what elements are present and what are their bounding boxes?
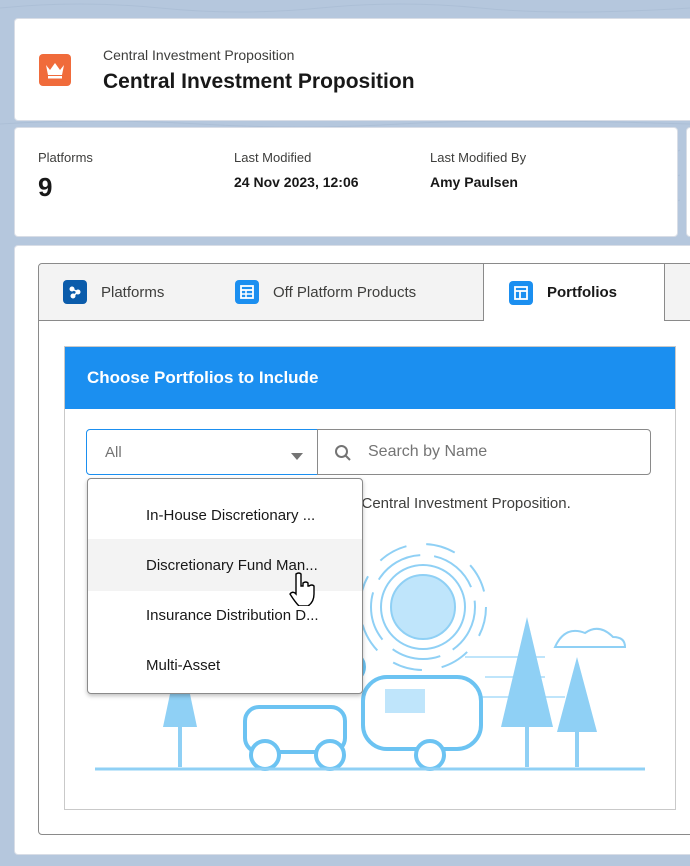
last-modified-label: Last Modified xyxy=(234,150,312,165)
portfolio-filter-select[interactable]: All xyxy=(86,429,318,475)
tab-bar: Platforms Off Platform Products Portfoli… xyxy=(39,264,690,321)
platforms-icon xyxy=(63,280,87,304)
tab-off-platform-products-label: Off Platform Products xyxy=(273,283,417,301)
search-input[interactable]: Search by Name xyxy=(317,429,651,475)
tab-platforms-label: Platforms xyxy=(101,283,165,301)
last-modified-by-value[interactable]: Amy Paulsen xyxy=(430,174,518,190)
dropdown-option[interactable]: Insurance Distribution D... xyxy=(88,589,362,641)
crown-icon xyxy=(39,54,71,86)
last-modified-value: 24 Nov 2023, 12:06 xyxy=(234,174,359,190)
record-header: Central Investment Proposition Central I… xyxy=(14,18,690,121)
portfolio-icon xyxy=(509,280,533,305)
secondary-panel-edge xyxy=(686,127,690,237)
platforms-count-value: 9 xyxy=(38,172,53,202)
filter-selected-value: All xyxy=(105,443,122,461)
dropdown-option[interactable]: Multi-Asset xyxy=(88,639,362,691)
portfolio-filter-dropdown: In-House Discretionary ... Discretionary… xyxy=(87,478,363,694)
record-type-label: Central Investment Proposition xyxy=(103,47,295,63)
dropdown-option[interactable]: Discretionary Fund Man... xyxy=(88,539,362,591)
dropdown-option[interactable]: In-House Discretionary ... xyxy=(88,489,362,541)
platforms-count-label: Platforms xyxy=(38,150,93,165)
record-title: Central Investment Proposition xyxy=(103,70,415,93)
caret-down-icon xyxy=(291,448,303,465)
hand-pointer-icon xyxy=(289,572,315,606)
last-modified-by-label: Last Modified By xyxy=(430,150,527,165)
highlights-panel: Platforms 9 Last Modified 24 Nov 2023, 1… xyxy=(14,127,678,237)
panel-title: Choose Portfolios to Include xyxy=(65,347,675,409)
info-message: e Central Investment Proposition. xyxy=(349,495,571,512)
tab-off-platform-products[interactable]: Off Platform Products xyxy=(235,264,416,320)
tab-portfolios-label: Portfolios xyxy=(547,284,617,301)
tab-platforms[interactable]: Platforms xyxy=(63,264,164,320)
table-icon xyxy=(235,280,259,304)
search-placeholder: Search by Name xyxy=(368,443,488,460)
search-icon xyxy=(334,444,352,467)
tab-portfolios[interactable]: Portfolios xyxy=(483,264,665,321)
